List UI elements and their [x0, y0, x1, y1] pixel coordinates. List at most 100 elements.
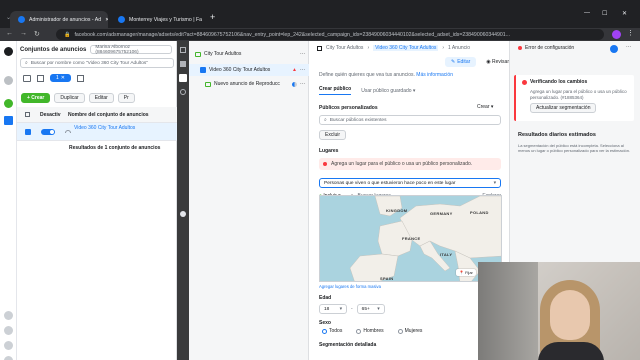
breadcrumb-separator: › [442, 45, 445, 51]
exclude-button[interactable]: Excluir [319, 130, 347, 140]
webcam-overlay [478, 262, 640, 360]
warning-icon: ▲ [292, 67, 297, 73]
adset-search-input[interactable]: ⌕ Buscar por nombre como "Video 360 City… [20, 58, 174, 68]
breadcrumb-adset[interactable]: Video 360 City Tour Adultos [373, 45, 439, 51]
selected-count-badge[interactable]: 1 ✕ [50, 74, 71, 82]
browser-tab-bar: ⌄ Administrador de anuncios - Ad ✕ Monte… [0, 0, 640, 28]
row-checkbox[interactable] [25, 128, 31, 135]
more-options-icon[interactable]: ··· [300, 67, 305, 73]
tab-create-audience[interactable]: Crear público [319, 86, 352, 95]
name-column-header[interactable]: Nombre del conjunto de anuncios [68, 112, 149, 118]
chart-icon[interactable] [180, 61, 186, 67]
error-status: Error de configuración [518, 45, 574, 51]
clock-icon[interactable] [180, 89, 186, 95]
panel-icon[interactable] [317, 45, 322, 51]
grid-icon[interactable] [37, 74, 44, 82]
create-dropdown[interactable]: Crear ▾ [477, 104, 493, 110]
help-icon[interactable] [4, 326, 13, 335]
tab-edit[interactable]: ✎ Editar [445, 57, 477, 67]
tree-ad-item[interactable]: Nuevo anuncio de Reproducción... ··· [205, 81, 305, 87]
menu-icon[interactable]: ⋮ [627, 29, 634, 37]
tab-review-label: Revisar [492, 59, 509, 65]
account-avatar[interactable] [4, 76, 13, 85]
breadcrumb-ads[interactable]: 1 Anuncio [448, 45, 470, 51]
more-options-icon[interactable]: ··· [300, 81, 305, 87]
gender-men-radio[interactable]: Hombres [356, 328, 384, 334]
checking-card: Verificando los cambios Agrega un lugar … [514, 75, 634, 121]
facebook-favicon-icon [18, 16, 25, 23]
preview-icon[interactable] [292, 81, 297, 87]
adset-name-link[interactable]: Video 360 City Tour Adultos [74, 125, 135, 131]
collapse-icon[interactable] [180, 47, 186, 53]
locations-error-text: Agrega un lugar para el público o usa un… [331, 161, 473, 167]
folder-icon[interactable] [23, 74, 31, 82]
locations-error: Agrega un lugar para el público o usa un… [319, 158, 501, 170]
error-dot-icon [518, 46, 522, 50]
calendar-icon[interactable] [76, 74, 84, 82]
tab-ads-manager[interactable]: Administrador de anuncios - Ad ✕ [10, 11, 108, 28]
forward-icon[interactable]: → [20, 30, 27, 37]
estimates-title: Resultados diarios estimados [518, 132, 596, 138]
edit-button[interactable]: Editar [88, 93, 114, 103]
tree-adset-item[interactable]: Video 360 City Tour Adultos ▲ ··· [189, 64, 309, 76]
tree-campaign-item[interactable]: City Tour Adultos ··· [195, 51, 305, 57]
location-map[interactable]: KINGDOM GERMANY POLAND FRANCE ITALY SPAI… [319, 195, 502, 282]
facebook-logo-icon[interactable] [4, 47, 13, 56]
more-options-icon[interactable]: ··· [300, 51, 305, 57]
campaigns-icon[interactable] [4, 116, 13, 125]
more-options-icon[interactable]: ··· [626, 44, 631, 50]
duplicate-button[interactable]: Duplicar [54, 93, 85, 103]
create-button[interactable]: + Crear [21, 93, 51, 103]
maximize-icon[interactable]: ☐ [602, 10, 607, 17]
more-button[interactable]: Pr [117, 93, 135, 103]
gender-label: Sexo [319, 320, 331, 326]
custom-audience-search[interactable]: ⌕ Buscar públicos existentes [319, 115, 501, 125]
info-icon[interactable] [180, 211, 186, 217]
pencil-icon[interactable] [179, 74, 187, 82]
learn-more-link[interactable]: Más información [416, 72, 453, 78]
map-label-kingdom: KINGDOM [386, 208, 408, 213]
tab-monterrey[interactable]: Monterrey Viajes y Turismo | Fa ✕ [110, 11, 205, 28]
age-min-select[interactable]: 18 ▾ [319, 304, 347, 314]
update-targeting-button[interactable]: Actualizar segmentación [530, 103, 597, 114]
settings-icon[interactable] [4, 311, 13, 320]
age-min-value: 18 [324, 306, 330, 312]
tab-review[interactable]: ◉ Revisar [486, 59, 509, 65]
back-icon[interactable]: ← [6, 30, 13, 37]
custom-search-placeholder: Buscar públicos existentes [329, 117, 387, 123]
editor-side-rail [177, 41, 189, 360]
status-toggle[interactable] [41, 128, 55, 135]
breadcrumb-campaign[interactable]: City Tour Adultos [326, 45, 363, 51]
map-pin-button[interactable]: 📍 Fijar [456, 269, 476, 276]
table-row[interactable]: Video 360 City Tour Adultos [17, 123, 177, 141]
close-window-icon[interactable]: ✕ [622, 10, 627, 17]
age-selectors: 18 ▾ - 65+ ▾ [319, 304, 385, 314]
url-field[interactable]: 🔒 facebook.com/adsmanager/manage/adsets/… [56, 29, 604, 40]
detailed-targeting-label: Segmentación detallada [319, 342, 377, 348]
select-all-checkbox[interactable] [25, 112, 30, 117]
locations-select[interactable]: Personas que viven o que estuvieron hace… [319, 178, 501, 188]
gender-men-label: Hombres [363, 328, 384, 334]
account-selector[interactable]: Marina Albornoz (884609675752106) [90, 45, 173, 55]
bug-icon[interactable] [4, 356, 13, 360]
minimize-icon[interactable]: — [584, 10, 590, 16]
overview-icon[interactable] [4, 99, 13, 108]
tab-saved-audience[interactable]: Usar público guardado ▾ [361, 88, 415, 94]
close-tab-icon[interactable]: ✕ [105, 17, 108, 23]
new-tab-button[interactable]: + [210, 12, 215, 22]
publish-toggle[interactable] [610, 45, 618, 53]
gender-all-radio[interactable]: Todos [322, 328, 342, 334]
gender-women-radio[interactable]: Mujeres [397, 328, 422, 334]
intro-description: Define quién quieres que vea tus anuncio… [319, 72, 415, 78]
status-column-header[interactable]: Desactiv [40, 112, 68, 118]
panel-title: Conjuntos de anuncios [20, 46, 87, 53]
bulk-locations-link[interactable]: Agregar lugares de forma masiva [319, 284, 381, 289]
search-icon[interactable] [4, 341, 13, 350]
lock-icon: 🔒 [64, 31, 71, 38]
person-face [550, 290, 590, 340]
profile-avatar[interactable] [612, 30, 621, 39]
reload-icon[interactable]: ↻ [34, 30, 40, 38]
url-text: facebook.com/adsmanager/manage/adsets/ed… [74, 31, 510, 38]
locations-label: Lugares [319, 148, 339, 154]
age-max-select[interactable]: 65+ ▾ [356, 304, 385, 314]
